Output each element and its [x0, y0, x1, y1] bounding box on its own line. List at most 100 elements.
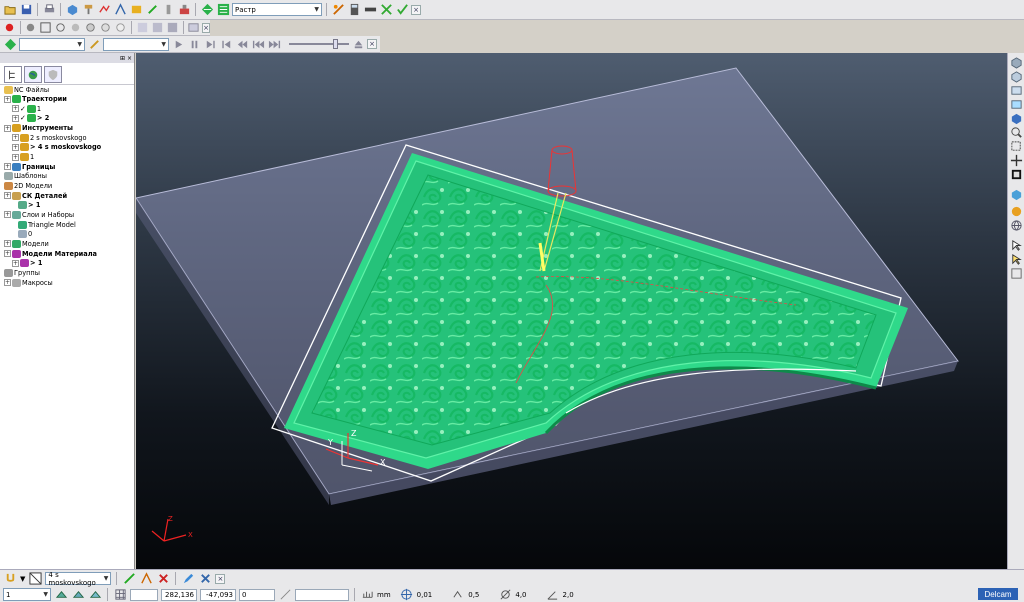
- verify-icon[interactable]: [395, 3, 409, 17]
- workplane-combo[interactable]: 1 ▼: [3, 588, 51, 601]
- expand-icon[interactable]: +: [12, 114, 19, 122]
- spindle-icon[interactable]: [161, 3, 175, 17]
- toolpath-strategy-icon[interactable]: [3, 37, 17, 51]
- check-icon[interactable]: ✓: [20, 114, 26, 122]
- grid-icon[interactable]: [113, 588, 127, 602]
- view-front-icon[interactable]: [1010, 98, 1023, 111]
- go-start-icon[interactable]: [251, 37, 265, 51]
- close-icon[interactable]: ×: [202, 22, 210, 33]
- simulate-icon[interactable]: [136, 21, 149, 35]
- expand-icon[interactable]: +: [12, 143, 19, 151]
- pause-icon[interactable]: [187, 37, 201, 51]
- view-top-icon[interactable]: [1010, 84, 1023, 97]
- step-back-icon[interactable]: [219, 37, 233, 51]
- chevron-down-icon[interactable]: ▼: [20, 575, 25, 583]
- tree-item[interactable]: + Макросы: [4, 278, 53, 287]
- expand-icon[interactable]: +: [12, 153, 19, 161]
- view-iso1-icon[interactable]: [1010, 56, 1023, 69]
- select-box-icon[interactable]: [1010, 253, 1023, 266]
- rewind-icon[interactable]: [235, 37, 249, 51]
- angle-icon[interactable]: [546, 588, 560, 602]
- machine-icon[interactable]: [177, 3, 191, 17]
- tree-item[interactable]: + ✓ > 2: [12, 114, 49, 123]
- tool-icon[interactable]: [81, 3, 95, 17]
- snap-icon[interactable]: [278, 588, 292, 602]
- view-iso3-icon[interactable]: [1010, 112, 1023, 125]
- tree-item[interactable]: Шаблоны: [4, 172, 47, 181]
- tree-item[interactable]: Группы: [4, 268, 40, 277]
- tree-item[interactable]: Triangle Model: [18, 220, 76, 229]
- checker-icon[interactable]: [379, 3, 393, 17]
- tree-item[interactable]: + Траектории: [4, 95, 67, 104]
- units-icon[interactable]: [360, 588, 374, 602]
- tree-item[interactable]: +2 s moskovskogo: [12, 133, 87, 142]
- tree-item[interactable]: + ✓ 1: [12, 104, 41, 113]
- view-top-icon[interactable]: [54, 21, 67, 35]
- tool-icon[interactable]: [87, 37, 101, 51]
- sim-toolpath-combo[interactable]: ▼: [19, 37, 85, 51]
- view-iso-icon[interactable]: [84, 21, 97, 35]
- pan-icon[interactable]: [1010, 154, 1023, 167]
- rapid-icon[interactable]: [145, 3, 159, 17]
- expand-icon[interactable]: +: [12, 105, 19, 113]
- feature-icon[interactable]: [331, 3, 345, 17]
- wireframe-icon[interactable]: [39, 21, 52, 35]
- expand-icon[interactable]: +: [12, 259, 19, 267]
- tree-item[interactable]: NC Файлы: [4, 85, 49, 94]
- shaded-icon[interactable]: [24, 21, 37, 35]
- eject-icon[interactable]: [351, 37, 365, 51]
- tool-icon[interactable]: [3, 572, 17, 586]
- expand-icon[interactable]: +: [4, 192, 11, 200]
- toolpath-verify-icon[interactable]: [139, 572, 153, 586]
- tab-explorer[interactable]: [4, 66, 22, 83]
- tolerance-icon[interactable]: [400, 588, 414, 602]
- tree-item[interactable]: + Инструменты: [4, 124, 73, 133]
- input-field[interactable]: [130, 588, 158, 601]
- tree-item[interactable]: + Границы: [4, 162, 55, 171]
- view-iso2-icon[interactable]: [1010, 70, 1023, 83]
- tree-item[interactable]: + > 4 s moskovskogo: [12, 143, 101, 152]
- toolpath-edit-icon[interactable]: [122, 572, 136, 586]
- calculator-icon[interactable]: [347, 3, 361, 17]
- measure-icon[interactable]: [363, 3, 377, 17]
- active-tool-combo[interactable]: 4 s moskovskogo ▼: [45, 571, 112, 587]
- zoom-icon[interactable]: [1010, 126, 1023, 139]
- select-icon[interactable]: [1010, 239, 1023, 252]
- expand-icon[interactable]: +: [4, 163, 11, 171]
- tree-item[interactable]: + > 1: [12, 259, 42, 268]
- tab-shield[interactable]: [44, 66, 62, 83]
- workplane-edit-icon[interactable]: [71, 588, 85, 602]
- expand-icon[interactable]: +: [4, 95, 11, 103]
- record-icon[interactable]: [3, 21, 16, 35]
- sim-speed-slider[interactable]: [289, 39, 349, 49]
- material-icon[interactable]: [1010, 205, 1023, 218]
- check-icon[interactable]: ✓: [20, 105, 26, 113]
- toolpath-delete-icon[interactable]: [156, 572, 170, 586]
- step-forward-icon[interactable]: [203, 37, 217, 51]
- globe-icon[interactable]: [1010, 219, 1023, 232]
- expand-icon[interactable]: +: [12, 134, 19, 142]
- view-side-icon[interactable]: [99, 21, 112, 35]
- simulate-stock-icon[interactable]: [166, 21, 179, 35]
- feed-icon[interactable]: [129, 3, 143, 17]
- zoom-box-icon[interactable]: [1010, 140, 1023, 153]
- print-icon[interactable]: [42, 3, 56, 17]
- block-icon[interactable]: [65, 3, 79, 17]
- go-end-icon[interactable]: [267, 37, 281, 51]
- expand-icon[interactable]: +: [4, 211, 11, 219]
- command-field[interactable]: [295, 588, 349, 601]
- deselect-icon[interactable]: [1010, 267, 1023, 280]
- close-icon[interactable]: ×: [127, 55, 132, 62]
- fit-icon[interactable]: [1010, 168, 1023, 181]
- tree-item[interactable]: +1: [12, 153, 34, 162]
- tree-item[interactable]: 0: [18, 230, 32, 239]
- tree-item[interactable]: > 1: [18, 201, 40, 210]
- workplane-icon[interactable]: [54, 588, 68, 602]
- tool-holder-icon[interactable]: [28, 572, 42, 586]
- simulate-tool-icon[interactable]: [151, 21, 164, 35]
- thickness-icon[interactable]: [498, 588, 512, 602]
- stepover-icon[interactable]: [451, 588, 465, 602]
- expand-icon[interactable]: +: [4, 124, 11, 132]
- tree-item[interactable]: + Модели: [4, 239, 49, 248]
- sim-tool-combo[interactable]: ▼: [103, 37, 169, 51]
